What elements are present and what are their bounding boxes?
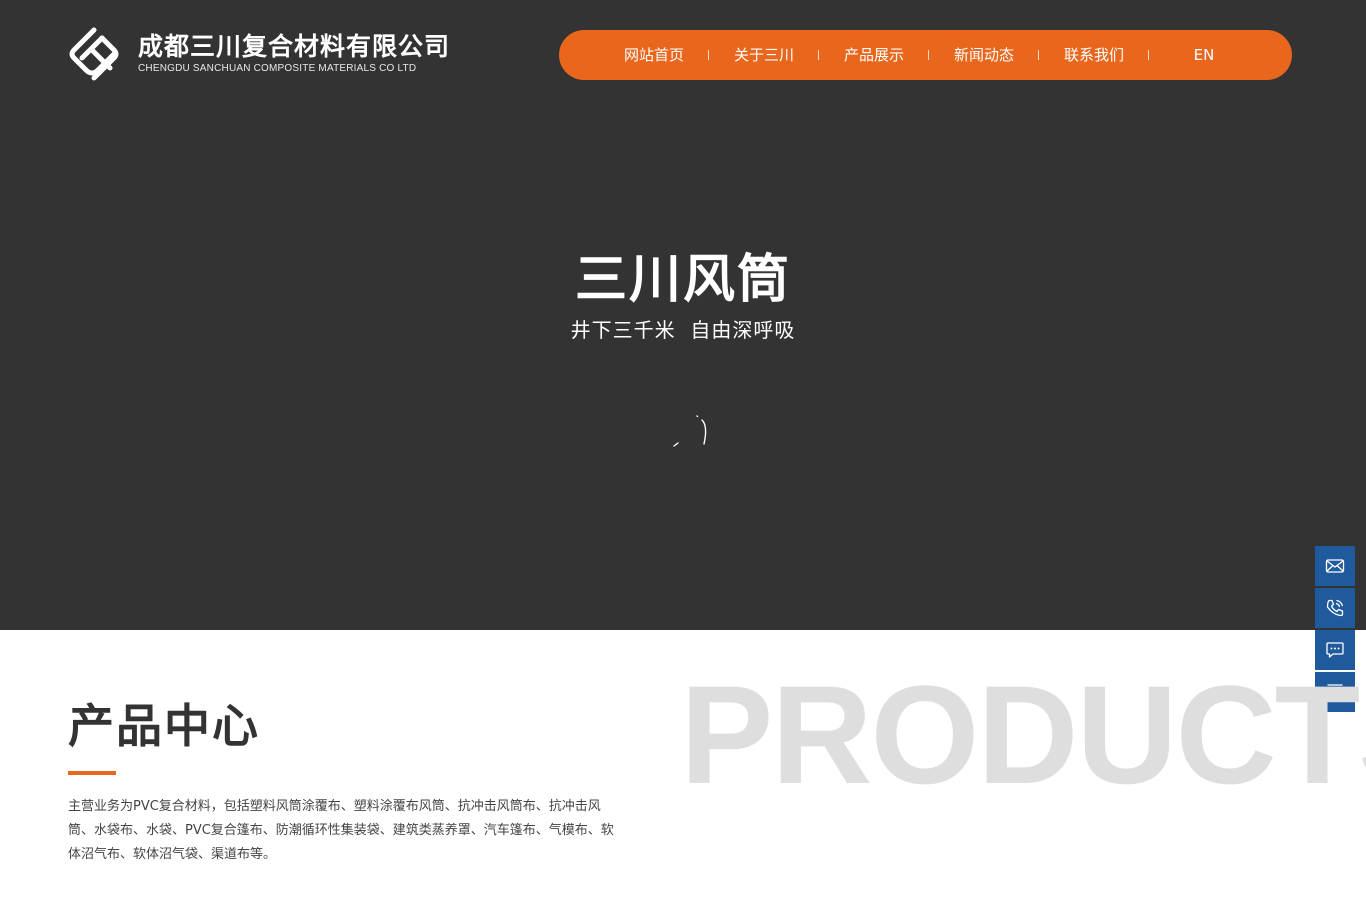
hero-banner: 成都三川复合材料有限公司 CHENGDU SANCHUAN COMPOSITE … (0, 0, 1366, 630)
nav-item-home[interactable]: 网站首页 (599, 30, 709, 80)
site-logo[interactable]: 成都三川复合材料有限公司 CHENGDU SANCHUAN COMPOSITE … (66, 24, 450, 84)
hero-subtitle: 井下三千米 自由深呼吸 (570, 318, 796, 342)
nav-item-news[interactable]: 新闻动态 (929, 30, 1039, 80)
nav-item-products[interactable]: 产品展示 (819, 30, 929, 80)
company-name-en: CHENGDU SANCHUAN COMPOSITE MATERIALS CO … (138, 63, 417, 74)
nav-item-about[interactable]: 关于三川 (709, 30, 819, 80)
nav-item-english[interactable]: EN (1149, 30, 1259, 80)
page: 成都三川复合材料有限公司 CHENGDU SANCHUAN COMPOSITE … (0, 0, 1366, 900)
products-description: 主营业务为PVC复合材料，包括塑料风筒涂覆布、塑料涂覆布风筒、抗冲击风筒布、抗冲… (68, 799, 614, 862)
company-name-cn: 成都三川复合材料有限公司 (138, 32, 451, 61)
logo-text: 成都三川复合材料有限公司 CHENGDU SANCHUAN COMPOSITE … (138, 32, 450, 76)
title-underline (68, 771, 116, 775)
loading-spinner-icon (673, 415, 707, 447)
mail-icon (1325, 559, 1345, 573)
products-background-text: PRODUCTS (680, 656, 1366, 813)
logo-mark-icon (69, 27, 119, 81)
phone-icon (1326, 599, 1344, 617)
side-phone-button[interactable] (1315, 588, 1355, 628)
products-section-title: 产品中心 (68, 699, 260, 753)
side-mail-button[interactable] (1315, 546, 1355, 586)
hero-title: 三川风筒 (574, 250, 791, 310)
main-nav: 网站首页 关于三川 产品展示 新闻动态 联系我们 EN (559, 30, 1292, 80)
nav-item-contact[interactable]: 联系我们 (1039, 30, 1149, 80)
